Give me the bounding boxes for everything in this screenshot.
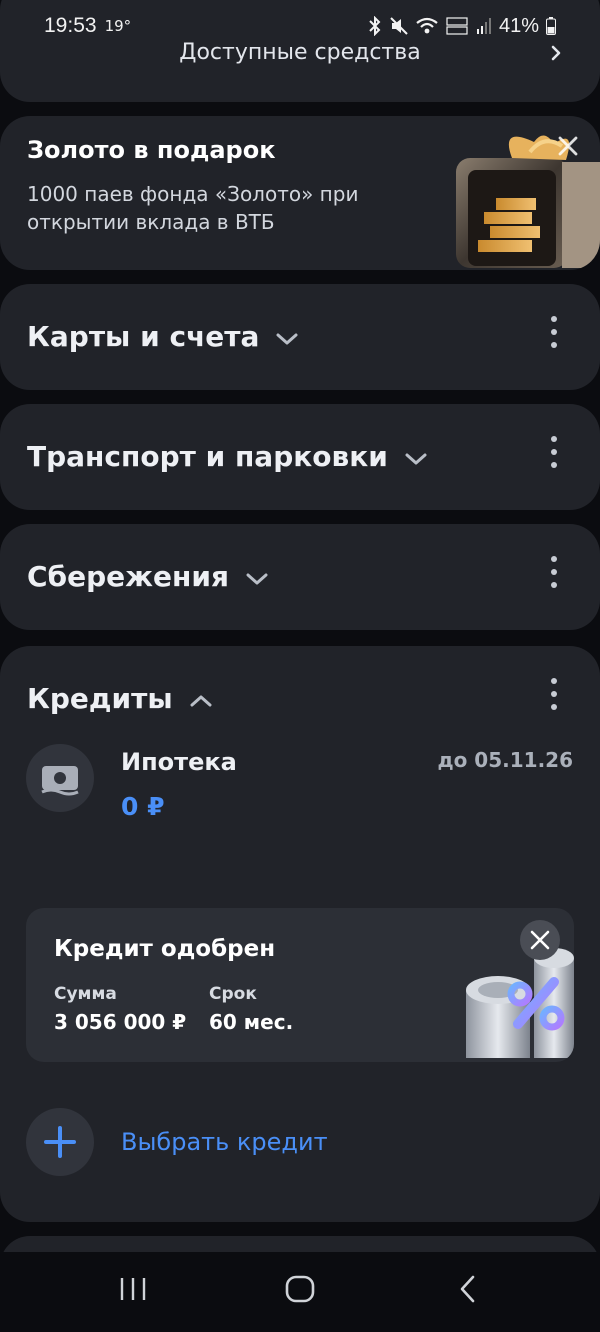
close-approved-icon[interactable] [520,920,560,960]
promo-text: 1000 паев фонда «Золото» при открытии вк… [27,182,359,234]
approved-term-value: 60 мес. [209,1010,294,1034]
choose-credit-link[interactable]: Выбрать кредит [121,1128,328,1156]
mortgage-until-date: до 05.11.26 [437,748,573,772]
mortgage-name[interactable]: Ипотека [121,748,237,776]
section-cards-accounts[interactable]: Карты и счета [0,284,600,390]
section-title-savings: Сбережения [27,560,229,593]
more-options-icon[interactable] [544,554,564,590]
signal-icon [476,17,492,35]
approved-title: Кредит одобрен [54,936,276,962]
wifi-icon [416,17,438,35]
status-temperature: 19° [104,17,132,35]
battery-percent: 41% [498,14,539,37]
section-title-cards: Карты и счета [27,320,260,353]
chevron-down-icon [404,440,428,473]
home-icon[interactable] [284,1274,316,1308]
chevron-down-icon [275,320,299,353]
mortgage-amount: 0 ₽ [121,792,165,821]
mute-icon [389,16,409,36]
volte-icon [445,16,469,36]
mortgage-icon [26,744,94,812]
status-time: 19:53 [44,14,97,37]
gold-promo-card[interactable]: Золото в подарок 1000 паев фонда «Золото… [0,116,600,270]
plus-icon[interactable] [26,1108,94,1176]
promo-title: Золото в подарок [27,136,276,164]
status-bar: 19:53 19° 41% [0,0,600,52]
more-options-icon[interactable] [544,314,564,350]
bluetooth-icon [368,16,382,36]
battery-icon [546,17,556,35]
section-savings[interactable]: Сбережения [0,524,600,630]
back-icon[interactable] [456,1274,480,1308]
chevron-up-icon [189,682,213,715]
section-title-credits: Кредиты [27,682,173,715]
credits-header[interactable]: Кредиты [27,682,213,715]
more-options-icon[interactable] [544,434,564,470]
more-options-icon[interactable] [544,676,564,712]
credit-approved-card[interactable]: Кредит одобрен Сумма 3 056 000 ₽ Срок 60… [26,908,574,1062]
section-credits: Кредиты Ипотека 0 ₽ до 05.11.26 Кредит о… [0,646,600,1222]
approved-amount-label: Сумма [54,984,117,1004]
approved-term-label: Срок [209,984,257,1004]
chevron-down-icon [245,560,269,593]
approved-amount-value: 3 056 000 ₽ [54,1010,187,1034]
section-transport-parking[interactable]: Транспорт и парковки [0,404,600,510]
system-nav-bar [0,1252,600,1332]
close-promo-icon[interactable] [556,134,580,162]
section-title-transport: Транспорт и парковки [27,440,388,473]
recent-apps-icon[interactable] [118,1274,148,1308]
